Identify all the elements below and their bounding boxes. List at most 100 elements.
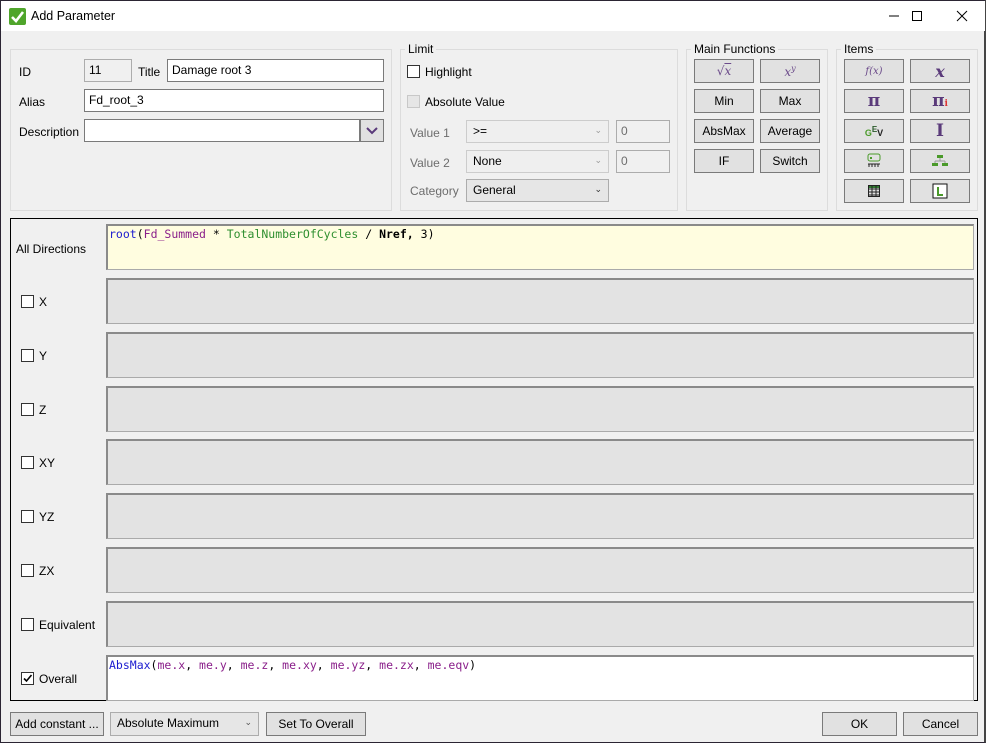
gv-icon: GEV <box>864 124 884 138</box>
yz-editor[interactable] <box>106 493 974 539</box>
overall-editor[interactable]: AbsMax(me.x, me.y, me.z, me.xy, me.yz, m… <box>106 655 974 701</box>
overall-arg: me.zx <box>379 658 414 672</box>
main-functions-label: Main Functions <box>691 42 779 56</box>
sqrt-button[interactable]: √x <box>694 59 754 83</box>
items-group: Items f(x) x π πi GEV I <box>836 42 978 211</box>
x-editor[interactable] <box>106 278 974 324</box>
add-parameter-dialog: Add Parameter ID 11 Title Damage root 3 … <box>0 0 986 743</box>
cancel-button[interactable]: Cancel <box>903 712 978 736</box>
highlight-label: Highlight <box>425 65 472 79</box>
category-select[interactable]: General ⌄ <box>466 179 609 202</box>
constant-button[interactable]: π <box>844 89 904 113</box>
zx-editor[interactable] <box>106 547 974 593</box>
description-input[interactable] <box>84 119 360 142</box>
close-button[interactable] <box>939 1 985 31</box>
variable-button[interactable]: x <box>910 59 970 83</box>
text-button[interactable]: I <box>910 119 970 143</box>
hierarchy-icon <box>932 155 948 166</box>
add-constant-button[interactable]: Add constant ... <box>10 712 104 736</box>
z-label: Z <box>39 403 47 417</box>
alias-label: Alias <box>19 95 46 109</box>
max-button[interactable]: Max <box>760 89 820 113</box>
description-label: Description <box>19 125 80 139</box>
chevron-down-icon: ⌄ <box>594 125 602 135</box>
maximize-icon <box>912 11 922 21</box>
text-cursor-icon: I <box>936 121 944 141</box>
chevron-down-icon <box>366 126 378 134</box>
z-checkbox[interactable] <box>21 403 34 416</box>
id-label: ID <box>19 65 31 79</box>
id-field: 11 <box>84 59 132 82</box>
all-directions-editor[interactable]: root(Fd_Summed * TotalNumberOfCycles / N… <box>106 224 974 270</box>
hierarchy-button[interactable] <box>910 149 970 173</box>
equivalent-editor[interactable] <box>106 601 974 647</box>
maximize-button[interactable] <box>894 1 940 31</box>
items-label: Items <box>841 42 877 56</box>
value1-input[interactable]: 0 <box>616 120 670 143</box>
function-button[interactable]: f(x) <box>844 59 904 83</box>
xy-checkbox[interactable] <box>21 456 34 469</box>
overall-function: AbsMax <box>109 658 151 672</box>
ok-button[interactable]: OK <box>822 712 897 736</box>
overall-arg: me.z <box>240 658 269 672</box>
alias-input[interactable]: Fd_root_3 <box>84 89 384 112</box>
xy-label: XY <box>39 456 56 470</box>
category-value: General <box>473 183 516 197</box>
power-button[interactable]: xy <box>760 59 820 83</box>
chevron-down-icon: ⌄ <box>244 717 252 727</box>
yz-checkbox[interactable] <box>21 510 34 523</box>
main-functions-group: Main Functions √x xy Min Max AbsMax Aver… <box>686 42 828 211</box>
x-label: X <box>39 295 48 309</box>
y-checkbox[interactable] <box>21 349 34 362</box>
formula-function: root <box>109 227 137 241</box>
sqrt-icon: √x <box>716 64 732 78</box>
y-label: Y <box>39 349 48 363</box>
y-editor[interactable] <box>106 332 974 378</box>
if-button[interactable]: IF <box>694 149 754 173</box>
average-button[interactable]: Average <box>760 119 820 143</box>
pi-icon: π <box>867 91 881 111</box>
global-variable-button[interactable]: GEV <box>844 119 904 143</box>
overall-formula: AbsMax(me.x, me.y, me.z, me.xy, me.yz, m… <box>109 658 477 672</box>
limit-group: Limit Highlight Absolute Value Value 1 >… <box>400 42 678 211</box>
yz-label: YZ <box>39 510 55 524</box>
set-to-overall-button[interactable]: Set To Overall <box>266 712 366 736</box>
chevron-down-icon: ⌄ <box>594 184 602 194</box>
switch-button[interactable]: Switch <box>760 149 820 173</box>
formula-var-a: Fd_Summed <box>143 227 206 241</box>
value2-operator-select[interactable]: None ⌄ <box>466 150 609 173</box>
overall-arg: me.xy <box>282 658 317 672</box>
highlight-checkbox[interactable] <box>407 65 420 78</box>
mode-select[interactable]: Absolute Maximum ⌄ <box>110 712 259 736</box>
absolute-value-checkbox[interactable] <box>407 95 420 108</box>
check-icon <box>9 8 26 25</box>
min-button[interactable]: Min <box>694 89 754 113</box>
value2-label: Value 2 <box>410 156 450 170</box>
directions-panel: All Directions root(Fd_Summed * TotalNum… <box>10 218 978 701</box>
x-checkbox[interactable] <box>21 295 34 308</box>
overall-checkbox[interactable] <box>21 672 34 685</box>
title-input[interactable]: Damage root 3 <box>167 59 384 82</box>
all-directions-label: All Directions <box>16 242 87 256</box>
tag-button[interactable] <box>844 149 904 173</box>
formula-var-c: Nref <box>379 227 407 241</box>
overall-arg: me.eqv <box>427 658 470 672</box>
description-dropdown-button[interactable] <box>360 119 384 142</box>
equivalent-checkbox[interactable] <box>21 618 34 631</box>
xy-editor[interactable] <box>106 439 974 485</box>
title-label: Title <box>138 65 161 79</box>
zx-checkbox[interactable] <box>21 564 34 577</box>
close-icon <box>956 10 968 22</box>
value1-operator-select[interactable]: >= ⌄ <box>466 120 609 143</box>
value2-input[interactable]: 0 <box>616 150 670 173</box>
variable-icon: x <box>935 61 945 81</box>
absmax-button[interactable]: AbsMax <box>694 119 754 143</box>
zx-label: ZX <box>39 564 55 578</box>
window-title: Add Parameter <box>31 9 116 23</box>
function-icon: f(x) <box>865 65 883 77</box>
label-button[interactable] <box>910 179 970 203</box>
table-button[interactable] <box>844 179 904 203</box>
z-editor[interactable] <box>106 386 974 432</box>
formula-arg-d: 3 <box>420 227 428 241</box>
indexed-constant-button[interactable]: πi <box>910 89 970 113</box>
